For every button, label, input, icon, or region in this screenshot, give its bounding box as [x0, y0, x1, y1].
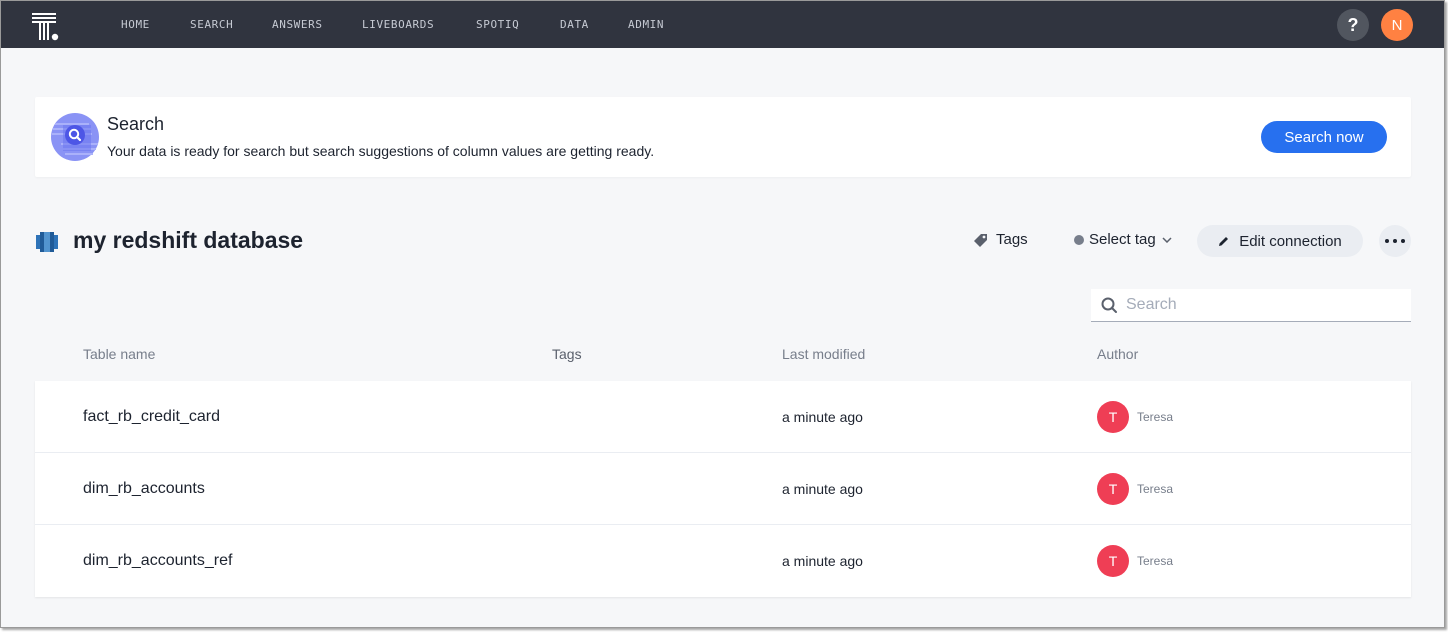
- edit-connection-label: Edit connection: [1239, 232, 1342, 250]
- column-header-last-modified[interactable]: Last modified: [782, 346, 865, 362]
- author-name: Teresa: [1137, 482, 1174, 496]
- pencil-icon: [1219, 237, 1229, 246]
- tags-label: Tags: [996, 231, 1028, 248]
- nav-item-admin[interactable]: ADMIN: [628, 18, 664, 31]
- author-name: Teresa: [1137, 410, 1174, 424]
- table-search: [1091, 289, 1411, 322]
- nav-item-search[interactable]: SEARCH: [190, 18, 233, 31]
- connection-title: my redshift database: [73, 227, 304, 253]
- banner-description: Your data is ready for search but search…: [107, 143, 655, 159]
- select-tag-dropdown[interactable]: Select tag: [1074, 231, 1172, 248]
- table-row[interactable]: fact_rb_credit_card a minute ago T Teres…: [35, 381, 1411, 453]
- author-name: Teresa: [1137, 554, 1174, 568]
- table-search-input[interactable]: [1126, 296, 1386, 314]
- table-name[interactable]: dim_rb_accounts_ref: [83, 552, 232, 570]
- top-navigation: HOME SEARCH ANSWERS LIVEBOARDS SPOTIQ DA…: [1, 1, 1444, 48]
- more-dot-icon: [1401, 239, 1405, 243]
- table-row[interactable]: dim_rb_accounts a minute ago T Teresa: [35, 453, 1411, 525]
- search-ready-banner: Search Your data is ready for search but…: [35, 97, 1411, 177]
- search-now-button[interactable]: Search now: [1261, 121, 1387, 153]
- thoughtspot-logo-icon[interactable]: [29, 10, 63, 42]
- help-button[interactable]: ?: [1337, 9, 1369, 41]
- column-header-table-name[interactable]: Table name: [83, 346, 155, 362]
- column-header-author[interactable]: Author: [1097, 346, 1138, 362]
- tag-icon: [974, 233, 987, 247]
- author-avatar: T: [1097, 545, 1129, 577]
- more-options-button[interactable]: [1379, 225, 1411, 257]
- banner-title: Search: [107, 114, 165, 134]
- more-dot-icon: [1385, 239, 1389, 243]
- user-avatar[interactable]: N: [1381, 9, 1413, 41]
- tables-list: fact_rb_credit_card a minute ago T Teres…: [35, 381, 1411, 597]
- author-avatar: T: [1097, 401, 1129, 433]
- last-modified: a minute ago: [782, 553, 863, 569]
- tags-button[interactable]: Tags: [973, 231, 1028, 248]
- edit-connection-button[interactable]: Edit connection: [1197, 225, 1363, 257]
- chevron-down-icon: [1162, 236, 1172, 243]
- nav-item-spotiq[interactable]: SPOTIQ: [476, 18, 519, 31]
- table-name[interactable]: fact_rb_credit_card: [83, 408, 220, 426]
- last-modified: a minute ago: [782, 481, 863, 497]
- app-window: HOME SEARCH ANSWERS LIVEBOARDS SPOTIQ DA…: [0, 0, 1445, 628]
- more-dot-icon: [1393, 239, 1397, 243]
- author-avatar: T: [1097, 473, 1129, 505]
- last-modified: a minute ago: [782, 409, 863, 425]
- nav-item-liveboards[interactable]: LIVEBOARDS: [362, 18, 434, 31]
- tag-color-dot: [1074, 234, 1084, 245]
- redshift-database-icon: [36, 232, 58, 252]
- search-icon: [1101, 297, 1117, 313]
- nav-item-data[interactable]: DATA: [560, 18, 589, 31]
- select-tag-label: Select tag: [1089, 231, 1156, 248]
- table-name[interactable]: dim_rb_accounts: [83, 480, 205, 498]
- table-row[interactable]: dim_rb_accounts_ref a minute ago T Teres…: [35, 525, 1411, 597]
- search-illustration-icon: [51, 113, 99, 161]
- column-header-tags[interactable]: Tags: [552, 346, 582, 362]
- nav-item-home[interactable]: HOME: [121, 18, 150, 31]
- nav-item-answers[interactable]: ANSWERS: [272, 18, 323, 31]
